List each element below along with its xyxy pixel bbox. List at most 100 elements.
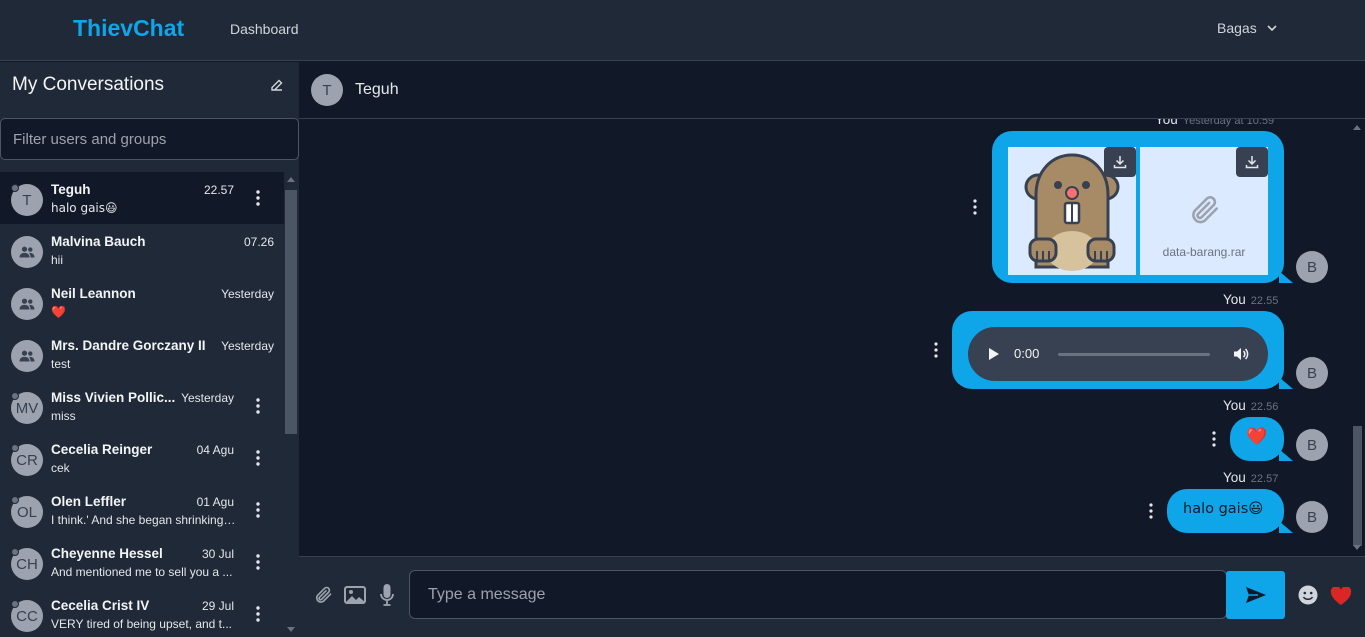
conversation-time: Yesterday <box>221 339 274 353</box>
user-name: Bagas <box>1217 20 1257 36</box>
conversation-last-message: And mentioned me to sell you a ... <box>51 565 233 579</box>
message-text: ❤️ <box>1246 427 1268 447</box>
avatar <box>11 236 43 268</box>
conversation-item[interactable]: Neil Leannon Yesterday ❤️ <box>0 276 284 328</box>
conversation-name: Malvina Bauch <box>51 234 146 249</box>
conversation-list: T Teguh 22.57 halo gais😃 Malvina Bauch 0… <box>0 172 284 637</box>
conversation-last-message: test <box>51 357 71 371</box>
paperclip-icon[interactable] <box>313 584 333 606</box>
conversation-name: Cheyenne Hessel <box>51 546 163 561</box>
conversation-item[interactable]: T Teguh 22.57 halo gais😃 <box>0 172 284 224</box>
scroll-up-icon[interactable] <box>1353 125 1361 130</box>
scroll-down-icon[interactable] <box>287 627 295 632</box>
microphone-icon[interactable] <box>380 583 394 607</box>
conversation-name: Cecelia Crist IV <box>51 598 150 613</box>
kebab-icon[interactable] <box>250 500 266 520</box>
kebab-icon[interactable] <box>250 552 266 572</box>
edit-icon[interactable] <box>270 78 284 92</box>
play-icon[interactable] <box>988 348 999 360</box>
status-dot <box>11 600 19 608</box>
conversation-item[interactable]: Mrs. Dandre Gorczany II Yesterday test <box>0 328 284 380</box>
conversations-sidebar: My Conversations T Teguh 22.57 halo gais… <box>0 62 299 637</box>
nav-dashboard-link[interactable]: Dashboard <box>230 21 299 37</box>
message-text: halo gais😃 <box>1183 501 1264 517</box>
avatar: CH <box>11 548 43 580</box>
send-button[interactable] <box>1226 571 1285 619</box>
conversation-last-message: halo gais😃 <box>51 201 118 215</box>
conversation-time: Yesterday <box>221 287 274 301</box>
heart-icon[interactable] <box>1330 587 1352 606</box>
messages-scrollbar[interactable] <box>1350 119 1365 556</box>
conversation-time: 04 Agu <box>196 443 234 457</box>
avatar: CR <box>11 444 43 476</box>
message-meta: You 22.57 <box>1223 470 1279 485</box>
conversation-time: 07.26 <box>243 235 274 249</box>
conversation-time: 22.57 <box>203 183 234 197</box>
contact-name[interactable]: Teguh <box>355 81 399 99</box>
send-icon <box>1245 587 1266 603</box>
avatar <box>11 340 43 372</box>
download-icon <box>1113 156 1127 169</box>
audio-progress-slider[interactable] <box>1058 353 1210 356</box>
download-button[interactable] <box>1104 147 1136 177</box>
filter-users-input[interactable] <box>0 118 299 160</box>
sidebar-scrollbar[interactable] <box>284 172 299 637</box>
status-dot <box>11 496 19 504</box>
conversation-time: 29 Jul <box>201 599 234 613</box>
conversation-last-message: VERY tired of being upset, and t... <box>51 617 233 631</box>
conversation-item[interactable]: Malvina Bauch 07.26 hii <box>0 224 284 276</box>
kebab-icon[interactable] <box>932 341 940 359</box>
kebab-icon[interactable] <box>971 198 979 216</box>
kebab-icon[interactable] <box>1147 502 1155 520</box>
message-input[interactable] <box>409 570 1227 619</box>
conversation-item[interactable]: CH Cheyenne Hessel 30 Jul And mentioned … <box>0 536 284 588</box>
download-icon <box>1245 156 1259 169</box>
message-composer <box>299 556 1365 637</box>
scroll-up-icon[interactable] <box>287 177 295 182</box>
image-icon[interactable] <box>344 586 366 604</box>
smile-icon[interactable] <box>1298 585 1318 605</box>
conversation-last-message: cek <box>51 461 70 475</box>
audio-player: 0:00 <box>968 327 1268 381</box>
status-dot <box>11 392 19 400</box>
conversation-item[interactable]: CC Cecelia Crist IV 29 Jul VERY tired of… <box>0 588 284 637</box>
download-button[interactable] <box>1236 147 1268 177</box>
brand-logo[interactable]: ThievChat <box>73 15 184 42</box>
group-icon <box>19 350 35 362</box>
bubble-tail <box>1279 271 1293 283</box>
group-icon <box>19 246 35 258</box>
kebab-icon[interactable] <box>250 188 266 208</box>
message-meta: You Yesterday at 10.59 <box>1155 119 1275 127</box>
volume-icon[interactable] <box>1233 346 1249 362</box>
scroll-down-icon[interactable] <box>1353 545 1361 550</box>
message-meta: You 22.55 <box>1223 292 1279 307</box>
avatar: T <box>11 184 43 216</box>
my-avatar: B <box>1296 501 1328 533</box>
file-attachment[interactable]: data-barang.rar <box>1140 147 1268 275</box>
my-avatar: B <box>1296 429 1328 461</box>
audio-time: 0:00 <box>1014 346 1040 361</box>
attachment-bubble: data-barang.rar <box>992 131 1293 283</box>
message-list: You Yesterday at 10.59 data-barang.rar B… <box>299 119 1350 556</box>
my-avatar: B <box>1296 251 1328 283</box>
scrollbar-thumb[interactable] <box>285 190 297 434</box>
kebab-icon[interactable] <box>250 604 266 624</box>
text-bubble: halo gais😃 <box>1167 489 1293 533</box>
conversation-item[interactable]: MV Miss Vivien Pollic... Yesterday miss <box>0 380 284 432</box>
conversation-item[interactable]: CR Cecelia Reinger 04 Agu cek <box>0 432 284 484</box>
my-avatar: B <box>1296 357 1328 389</box>
kebab-icon[interactable] <box>250 396 266 416</box>
audio-bubble: 0:00 <box>952 311 1293 389</box>
kebab-icon[interactable] <box>1210 430 1218 448</box>
bubble-tail <box>1279 377 1293 389</box>
conversation-last-message: I think.' And she began shrinking ... <box>51 513 236 527</box>
conversation-last-message: ❤️ <box>51 305 66 319</box>
scrollbar-thumb[interactable] <box>1353 426 1362 546</box>
image-attachment[interactable] <box>1008 147 1136 275</box>
avatar: OL <box>11 496 43 528</box>
conversation-name: Neil Leannon <box>51 286 136 301</box>
user-menu[interactable]: Bagas <box>1217 20 1277 36</box>
kebab-icon[interactable] <box>250 448 266 468</box>
contact-avatar[interactable]: T <box>311 74 343 106</box>
conversation-item[interactable]: OL Olen Leffler 01 Agu I think.' And she… <box>0 484 284 536</box>
